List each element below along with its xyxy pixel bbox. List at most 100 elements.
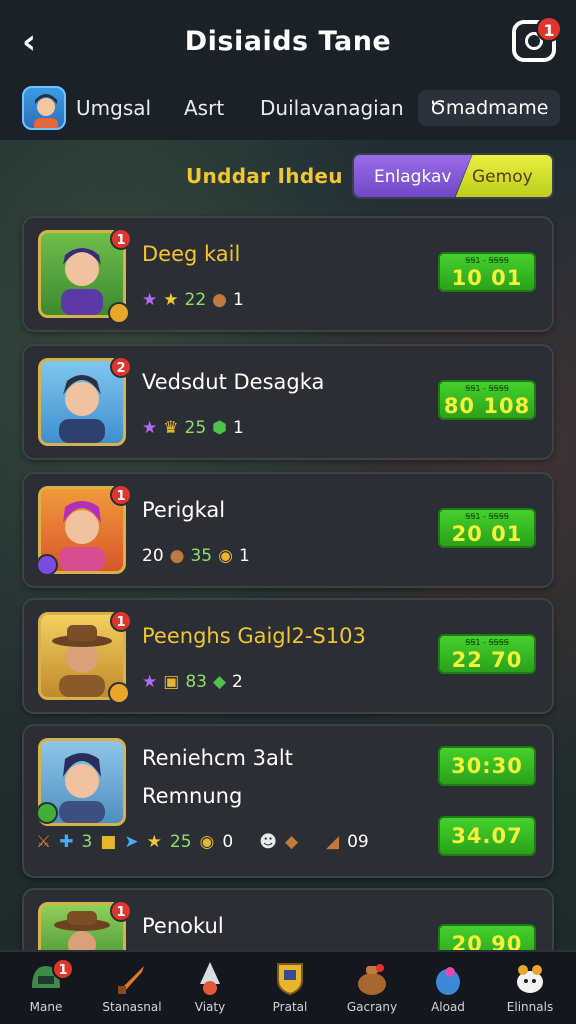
mode-toggle[interactable]: Enlagkav Gemoy xyxy=(352,153,554,199)
player-stats: 20 ● 35 ◉ 1 xyxy=(142,546,250,566)
player-badge: 1 xyxy=(110,484,132,506)
tab-asrt[interactable]: Asrt xyxy=(184,96,224,120)
stat-value: 0 xyxy=(222,832,234,852)
bag-icon: ◆ xyxy=(284,832,299,852)
player-stats: ★ ♛ 25 ⬢ 1 xyxy=(142,418,244,438)
timer-value: 22 70 xyxy=(451,648,523,672)
sword-icon xyxy=(112,958,152,998)
star-gold-icon: ★ xyxy=(146,832,162,852)
timer-button[interactable]: 30:30 xyxy=(438,746,536,786)
player-badge: 1 xyxy=(110,610,132,632)
stat-value: 3 xyxy=(81,832,93,852)
rank-icon xyxy=(108,682,130,704)
timer-value: 80 108 xyxy=(443,394,531,418)
stat-value: 2 xyxy=(232,672,243,692)
stat-value: 1 xyxy=(232,290,244,310)
star-purple-icon: ★ xyxy=(142,418,158,438)
notification-badge: 1 xyxy=(536,16,562,42)
pet-icon xyxy=(510,958,550,998)
star-gold-icon: ★ xyxy=(163,290,179,310)
player-card[interactable]: 1 Peenghs Gaigl2-S103 ★ ▣ 83 ◆ 2 ꞨꞨ1 - Ꞩ… xyxy=(22,598,554,714)
stat-value: 25 xyxy=(184,418,207,438)
stat-value: 22 xyxy=(184,290,207,310)
rank-icon xyxy=(36,802,58,824)
nav-item-stanasnal[interactable]: Stanasnal xyxy=(96,956,168,1020)
arrow-icon: ➤ xyxy=(124,832,139,852)
tab-umgsal[interactable]: Umgsal xyxy=(76,96,151,120)
nav-badge: 1 xyxy=(52,958,74,980)
player-name: Vedsdut Desagka xyxy=(142,370,325,394)
player-badge: 1 xyxy=(110,900,132,922)
timer-caption: ꞨꞨ1 - ꞨꞨꞨꞨ xyxy=(465,512,509,521)
nav-label: Gacrany xyxy=(346,1000,398,1014)
player-card-expanded[interactable]: Reniehcm 3alt Remnung ⚔ ✚ 3 ■ ➤ ★ 25 ◉ 0… xyxy=(22,724,554,878)
potion-icon xyxy=(428,958,468,998)
player-card[interactable]: 1 Perigkal 20 ● 35 ◉ 1 ꞨꞨ1 - ꞨꞨꞨꞨ 20 01 xyxy=(22,472,554,588)
nav-label: Mane xyxy=(29,1000,63,1014)
gem-icon: ⬢ xyxy=(212,418,227,438)
timer-caption: ꞨꞨ1 - ꞨꞨꞨꞨ xyxy=(465,638,509,647)
nav-label: Pratal xyxy=(272,1000,308,1014)
nav-label: Viaty xyxy=(194,1000,226,1014)
page-title: Disiaids Tane xyxy=(184,26,392,57)
player-card[interactable]: 1 Deeg kail ★ ★ 22 ● 1 ꞨꞨ1 - ꞨꞨꞨꞨ 10 01 xyxy=(22,216,554,332)
player-name: Reniehcm 3alt xyxy=(142,746,293,770)
bag-icon: ● xyxy=(212,290,227,310)
player-badge: 2 xyxy=(110,356,132,378)
stat-value: 20 xyxy=(142,546,164,566)
nav-label: Elinnals xyxy=(506,1000,554,1014)
stat-value: 1 xyxy=(232,418,244,438)
timer-caption: ꞨꞨ1 - ꞨꞨꞨꞨ xyxy=(465,256,509,265)
timer-caption: ꞨꞨ1 - ꞨꞨꞨꞨ xyxy=(465,384,509,393)
nav-label: Stanasnal xyxy=(102,1000,162,1014)
toggle-option-left[interactable]: Enlagkav xyxy=(354,155,472,197)
sword-icon: ⚔ xyxy=(36,832,52,852)
nav-item-viaty[interactable]: Viaty xyxy=(174,956,246,1020)
wizard-icon xyxy=(190,958,230,998)
timer-button[interactable]: ꞨꞨ1 - ꞨꞨꞨꞨ 22 70 xyxy=(438,634,536,674)
player-badge: 1 xyxy=(110,228,132,250)
stat-value: 25 xyxy=(169,832,192,852)
scroll-icon: ◢ xyxy=(326,832,340,852)
timer-value: 10 01 xyxy=(451,266,523,290)
player-stats: ⚔ ✚ 3 ■ ➤ ★ 25 ◉ 0 ☻ ◆ ◢ 09 xyxy=(36,832,369,852)
bag-icon: ● xyxy=(169,546,185,566)
nav-label: Aload xyxy=(431,1000,465,1014)
skull-icon: ☻ xyxy=(259,832,277,852)
player-stats: ★ ★ 22 ● 1 xyxy=(142,290,244,310)
crown-icon: ♛ xyxy=(163,418,179,438)
coin-icon: ◉ xyxy=(199,832,215,852)
chest-icon: ▣ xyxy=(163,672,180,692)
player-subtext: Remnung xyxy=(142,784,243,808)
shield-icon xyxy=(270,958,310,998)
player-card[interactable]: 2 Vedsdut Desagka ★ ♛ 25 ⬢ 1 ꞨꞨ1 - ꞨꞨꞨꞨ … xyxy=(22,344,554,460)
timer-value: 30:30 xyxy=(451,754,523,778)
player-name: Penokul xyxy=(142,914,224,938)
nav-item-elinnals[interactable]: Elinnals xyxy=(494,956,566,1020)
stat-value: 83 xyxy=(185,672,207,692)
timer-button[interactable]: ꞨꞨ1 - ꞨꞨꞨꞨ 10 01 xyxy=(438,252,536,292)
bag-icon xyxy=(352,958,392,998)
plus-icon: ✚ xyxy=(59,832,74,852)
rank-icon xyxy=(108,302,130,324)
player-name: Perigkal xyxy=(142,498,226,522)
potion-icon: ■ xyxy=(100,832,117,852)
coin-icon: ◉ xyxy=(218,546,233,566)
tab-duilavanagian[interactable]: Duilavanagian xyxy=(260,96,404,120)
tab-madmame[interactable]: Ծmadmame xyxy=(418,90,560,126)
nav-item-gacrany[interactable]: Gacrany xyxy=(336,956,408,1020)
stat-value: 35 xyxy=(190,546,213,566)
stat-value: 1 xyxy=(238,546,250,566)
star-purple-icon: ★ xyxy=(142,672,158,692)
nav-item-aload[interactable]: Aload xyxy=(412,956,484,1020)
timer-button[interactable]: ꞨꞨ1 - ꞨꞨꞨꞨ 80 108 xyxy=(438,380,536,420)
timer-button-secondary[interactable]: 34.07 xyxy=(438,816,536,856)
star-purple-icon: ★ xyxy=(142,290,158,310)
player-stats: ★ ▣ 83 ◆ 2 xyxy=(142,672,243,692)
nav-item-pratal[interactable]: Pratal xyxy=(254,956,326,1020)
player-name: Peenghs Gaigl2-S103 xyxy=(142,624,366,648)
timer-button[interactable]: ꞨꞨ1 - ꞨꞨꞨꞨ 20 01 xyxy=(438,508,536,548)
stat-value: 09 xyxy=(347,832,369,852)
user-avatar[interactable] xyxy=(22,86,66,130)
timer-value: 34.07 xyxy=(451,824,523,848)
